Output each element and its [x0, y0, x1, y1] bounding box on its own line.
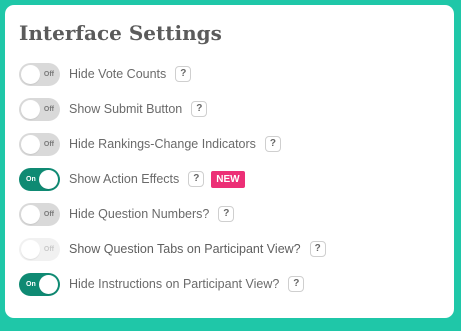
toggle-state-label: Off [43, 105, 54, 113]
toggle-knob [21, 134, 40, 154]
toggle-state-label: On [26, 280, 36, 288]
interface-settings-panel: Interface Settings Off Hide Vote Counts … [5, 5, 454, 318]
setting-label: Hide Instructions on Participant View? [69, 277, 280, 291]
question-mark-icon[interactable]: ? [218, 206, 235, 222]
setting-label: Hide Vote Counts [69, 67, 167, 81]
setting-show-action-effects: On Show Action Effects ? NEW [19, 167, 245, 191]
setting-label: Hide Rankings-Change Indicators [69, 137, 256, 151]
question-mark-icon[interactable]: ? [191, 101, 208, 117]
toggle-knob [21, 204, 40, 224]
setting-hide-rankings-change-indicators: Off Hide Rankings-Change Indicators ? [19, 132, 281, 156]
hide-instructions-toggle[interactable]: On [19, 272, 60, 296]
question-mark-icon[interactable]: ? [175, 66, 192, 82]
setting-hide-vote-counts: Off Hide Vote Counts ? [19, 62, 192, 86]
panel-title: Interface Settings [19, 21, 222, 45]
toggle-state-label: Off [43, 140, 54, 148]
question-mark-icon[interactable]: ? [188, 171, 205, 187]
setting-hide-question-numbers: Off Hide Question Numbers? ? [19, 202, 235, 226]
show-action-effects-toggle[interactable]: On [19, 167, 60, 191]
hide-vote-counts-toggle[interactable]: Off [19, 62, 60, 86]
toggle-knob [21, 99, 40, 119]
question-mark-icon[interactable]: ? [288, 276, 305, 292]
toggle-state-label: Off [43, 210, 54, 218]
setting-show-submit-button: Off Show Submit Button ? [19, 97, 208, 121]
question-mark-icon[interactable]: ? [309, 241, 326, 257]
toggle-knob [39, 274, 58, 294]
setting-label: Show Action Effects [69, 172, 180, 186]
toggle-state-label: Off [43, 245, 54, 253]
setting-label: Show Submit Button [69, 102, 183, 116]
setting-label: Hide Question Numbers? [69, 207, 210, 221]
setting-label: Show Question Tabs on Participant View? [69, 242, 301, 256]
toggle-knob [39, 169, 58, 189]
hide-question-numbers-toggle[interactable]: Off [19, 202, 60, 226]
toggle-state-label: Off [43, 70, 54, 78]
toggle-knob [21, 239, 40, 259]
toggle-state-label: On [26, 175, 36, 183]
new-badge: NEW [211, 170, 245, 188]
hide-rankings-change-toggle[interactable]: Off [19, 132, 60, 156]
toggle-knob [21, 64, 40, 84]
show-submit-button-toggle[interactable]: Off [19, 97, 60, 121]
setting-hide-instructions: On Hide Instructions on Participant View… [19, 272, 305, 296]
show-question-tabs-toggle[interactable]: Off [19, 237, 60, 261]
setting-show-question-tabs: Off Show Question Tabs on Participant Vi… [19, 237, 326, 261]
question-mark-icon[interactable]: ? [264, 136, 281, 152]
